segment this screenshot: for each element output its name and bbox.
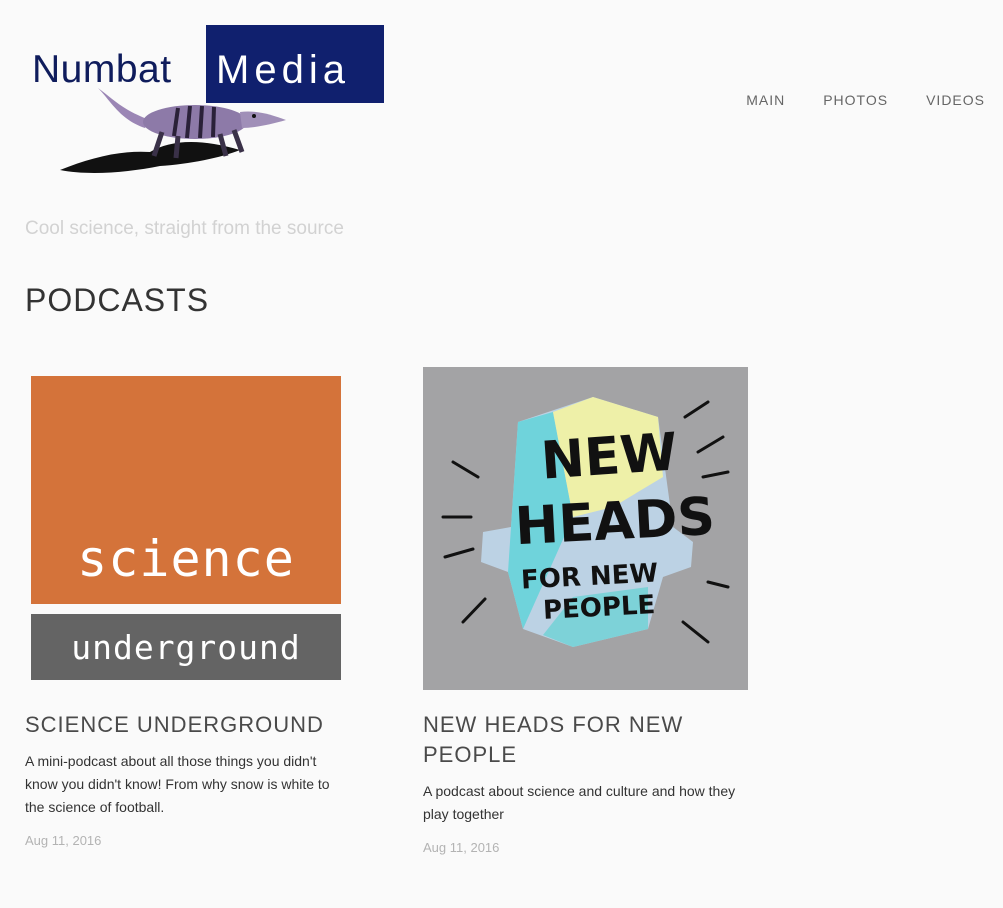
science-underground-thumbnail[interactable]: science underground	[25, 367, 355, 690]
podcast-card-new-heads: NEW HEADS FOR NEW PEOPLE NEW HEADS FOR N…	[423, 367, 753, 855]
thumbnail-line-1: NEW	[539, 422, 680, 492]
nav-photos[interactable]: PHOTOS	[823, 92, 888, 108]
podcast-title[interactable]: SCIENCE UNDERGROUND	[25, 710, 355, 740]
thumbnail-top-panel: science	[31, 376, 341, 604]
podcast-card-science-underground: science underground SCIENCE UNDERGROUND …	[25, 367, 355, 848]
podcast-title[interactable]: NEW HEADS FOR NEW PEOPLE	[423, 710, 753, 770]
nav-main[interactable]: MAIN	[746, 92, 785, 108]
thumbnail-line-4: PEOPLE	[542, 590, 657, 626]
site-logo[interactable]: Media Numbat	[24, 22, 390, 182]
main-nav: MAIN PHOTOS VIDEOS	[746, 92, 985, 108]
podcast-date: Aug 11, 2016	[25, 833, 102, 848]
thumbnail-line-2: HEADS	[513, 486, 717, 558]
podcast-description: A mini-podcast about all those things yo…	[25, 753, 330, 815]
podcast-date: Aug 11, 2016	[423, 840, 500, 855]
thumbnail-bottom-text: underground	[71, 628, 301, 667]
page-title: PODCASTS	[25, 282, 210, 318]
nav-videos[interactable]: VIDEOS	[926, 92, 985, 108]
podcast-description: A podcast about science and culture and …	[423, 783, 736, 822]
numbat-icon	[60, 88, 286, 173]
thumbnail-top-text: science	[77, 530, 295, 588]
new-heads-thumbnail[interactable]: NEW HEADS FOR NEW PEOPLE	[423, 367, 748, 690]
site-tagline: Cool science, straight from the source	[25, 218, 344, 239]
thumbnail-bottom-panel: underground	[31, 614, 341, 680]
